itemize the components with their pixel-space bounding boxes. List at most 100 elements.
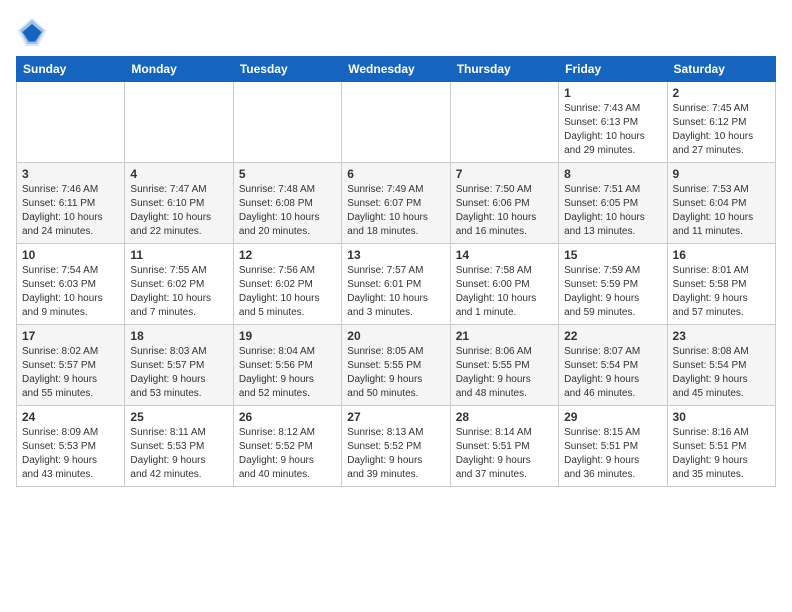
day-info: Sunrise: 8:06 AM Sunset: 5:55 PM Dayligh… bbox=[456, 345, 553, 401]
calendar-cell: 8 Sunrise: 7:51 AM Sunset: 6:05 PM Daylig… bbox=[559, 163, 667, 244]
day-info: Sunrise: 8:04 AM Sunset: 5:56 PM Dayligh… bbox=[239, 345, 336, 401]
day-info: Sunrise: 8:12 AM Sunset: 5:52 PM Dayligh… bbox=[239, 426, 336, 482]
day-info: Sunrise: 8:02 AM Sunset: 5:57 PM Dayligh… bbox=[22, 345, 119, 401]
day-number: 12 bbox=[239, 248, 336, 262]
calendar-cell: 17 Sunrise: 8:02 AM Sunset: 5:57 PM Dayli… bbox=[17, 325, 125, 406]
day-info: Sunrise: 7:48 AM Sunset: 6:08 PM Dayligh… bbox=[239, 183, 336, 239]
calendar-cell: 14Sunrise: 7:58 AM Sunset: 6:00 PM Dayli… bbox=[450, 244, 558, 325]
calendar-cell: 9Sunrise: 7:53 AM Sunset: 6:04 PM Daylig… bbox=[667, 163, 775, 244]
calendar-cell: 5 Sunrise: 7:48 AM Sunset: 6:08 PM Daylig… bbox=[233, 163, 341, 244]
day-number: 3 bbox=[22, 167, 119, 181]
day-number: 27 bbox=[347, 410, 444, 424]
day-number: 17 bbox=[22, 329, 119, 343]
weekday-header-tuesday: Tuesday bbox=[233, 57, 341, 82]
calendar-cell: 22 Sunrise: 8:07 AM Sunset: 5:54 PM Dayli… bbox=[559, 325, 667, 406]
calendar-cell: 2Sunrise: 7:45 AM Sunset: 6:12 PM Daylig… bbox=[667, 82, 775, 163]
day-number: 20 bbox=[347, 329, 444, 343]
calendar-cell bbox=[342, 82, 450, 163]
calendar-cell: 28Sunrise: 8:14 AM Sunset: 5:51 PM Dayli… bbox=[450, 406, 558, 487]
day-number: 19 bbox=[239, 329, 336, 343]
calendar: SundayMondayTuesdayWednesdayThursdayFrid… bbox=[16, 56, 776, 487]
day-info: Sunrise: 7:43 AM Sunset: 6:13 PM Dayligh… bbox=[564, 102, 661, 158]
day-number: 8 bbox=[564, 167, 661, 181]
calendar-cell bbox=[233, 82, 341, 163]
day-info: Sunrise: 8:13 AM Sunset: 5:52 PM Dayligh… bbox=[347, 426, 444, 482]
day-number: 10 bbox=[22, 248, 119, 262]
calendar-week-1: 1Sunrise: 7:43 AM Sunset: 6:13 PM Daylig… bbox=[17, 82, 776, 163]
calendar-cell: 29 Sunrise: 8:15 AM Sunset: 5:51 PM Dayli… bbox=[559, 406, 667, 487]
day-number: 2 bbox=[673, 86, 770, 100]
weekday-header-wednesday: Wednesday bbox=[342, 57, 450, 82]
day-info: Sunrise: 8:08 AM Sunset: 5:54 PM Dayligh… bbox=[673, 345, 770, 401]
day-number: 22 bbox=[564, 329, 661, 343]
calendar-cell: 25Sunrise: 8:11 AM Sunset: 5:53 PM Dayli… bbox=[125, 406, 233, 487]
day-number: 16 bbox=[673, 248, 770, 262]
calendar-cell bbox=[17, 82, 125, 163]
day-info: Sunrise: 7:50 AM Sunset: 6:06 PM Dayligh… bbox=[456, 183, 553, 239]
day-info: Sunrise: 7:49 AM Sunset: 6:07 PM Dayligh… bbox=[347, 183, 444, 239]
calendar-cell: 18Sunrise: 8:03 AM Sunset: 5:57 PM Dayli… bbox=[125, 325, 233, 406]
calendar-cell: 21 Sunrise: 8:06 AM Sunset: 5:55 PM Dayli… bbox=[450, 325, 558, 406]
day-number: 26 bbox=[239, 410, 336, 424]
calendar-cell: 10 Sunrise: 7:54 AM Sunset: 6:03 PM Dayli… bbox=[17, 244, 125, 325]
day-number: 24 bbox=[22, 410, 119, 424]
calendar-cell: 19 Sunrise: 8:04 AM Sunset: 5:56 PM Dayli… bbox=[233, 325, 341, 406]
day-info: Sunrise: 8:05 AM Sunset: 5:55 PM Dayligh… bbox=[347, 345, 444, 401]
day-number: 7 bbox=[456, 167, 553, 181]
day-info: Sunrise: 7:51 AM Sunset: 6:05 PM Dayligh… bbox=[564, 183, 661, 239]
day-number: 11 bbox=[130, 248, 227, 262]
day-number: 5 bbox=[239, 167, 336, 181]
weekday-header-friday: Friday bbox=[559, 57, 667, 82]
day-number: 4 bbox=[130, 167, 227, 181]
day-info: Sunrise: 7:59 AM Sunset: 5:59 PM Dayligh… bbox=[564, 264, 661, 320]
logo bbox=[16, 16, 52, 48]
day-info: Sunrise: 7:57 AM Sunset: 6:01 PM Dayligh… bbox=[347, 264, 444, 320]
day-info: Sunrise: 8:01 AM Sunset: 5:58 PM Dayligh… bbox=[673, 264, 770, 320]
calendar-cell: 6 Sunrise: 7:49 AM Sunset: 6:07 PM Daylig… bbox=[342, 163, 450, 244]
day-info: Sunrise: 8:03 AM Sunset: 5:57 PM Dayligh… bbox=[130, 345, 227, 401]
calendar-cell: 24 Sunrise: 8:09 AM Sunset: 5:53 PM Dayli… bbox=[17, 406, 125, 487]
day-info: Sunrise: 7:55 AM Sunset: 6:02 PM Dayligh… bbox=[130, 264, 227, 320]
day-info: Sunrise: 8:07 AM Sunset: 5:54 PM Dayligh… bbox=[564, 345, 661, 401]
page-header bbox=[16, 16, 776, 48]
day-info: Sunrise: 7:58 AM Sunset: 6:00 PM Dayligh… bbox=[456, 264, 553, 320]
day-info: Sunrise: 7:56 AM Sunset: 6:02 PM Dayligh… bbox=[239, 264, 336, 320]
calendar-cell: 13 Sunrise: 7:57 AM Sunset: 6:01 PM Dayli… bbox=[342, 244, 450, 325]
day-number: 30 bbox=[673, 410, 770, 424]
logo-icon bbox=[16, 16, 48, 48]
calendar-cell: 16 Sunrise: 8:01 AM Sunset: 5:58 PM Dayli… bbox=[667, 244, 775, 325]
day-info: Sunrise: 8:09 AM Sunset: 5:53 PM Dayligh… bbox=[22, 426, 119, 482]
calendar-cell: 15 Sunrise: 7:59 AM Sunset: 5:59 PM Dayli… bbox=[559, 244, 667, 325]
day-number: 15 bbox=[564, 248, 661, 262]
day-info: Sunrise: 8:15 AM Sunset: 5:51 PM Dayligh… bbox=[564, 426, 661, 482]
day-info: Sunrise: 7:46 AM Sunset: 6:11 PM Dayligh… bbox=[22, 183, 119, 239]
day-number: 21 bbox=[456, 329, 553, 343]
day-info: Sunrise: 7:53 AM Sunset: 6:04 PM Dayligh… bbox=[673, 183, 770, 239]
day-number: 29 bbox=[564, 410, 661, 424]
calendar-cell: 12 Sunrise: 7:56 AM Sunset: 6:02 PM Dayli… bbox=[233, 244, 341, 325]
calendar-cell: 27 Sunrise: 8:13 AM Sunset: 5:52 PM Dayli… bbox=[342, 406, 450, 487]
calendar-cell: 11 Sunrise: 7:55 AM Sunset: 6:02 PM Dayli… bbox=[125, 244, 233, 325]
calendar-cell: 26 Sunrise: 8:12 AM Sunset: 5:52 PM Dayli… bbox=[233, 406, 341, 487]
weekday-header-saturday: Saturday bbox=[667, 57, 775, 82]
weekday-header-sunday: Sunday bbox=[17, 57, 125, 82]
calendar-week-2: 3 Sunrise: 7:46 AM Sunset: 6:11 PM Daylig… bbox=[17, 163, 776, 244]
calendar-cell: 30 Sunrise: 8:16 AM Sunset: 5:51 PM Dayli… bbox=[667, 406, 775, 487]
day-number: 25 bbox=[130, 410, 227, 424]
calendar-cell bbox=[125, 82, 233, 163]
day-info: Sunrise: 7:54 AM Sunset: 6:03 PM Dayligh… bbox=[22, 264, 119, 320]
calendar-cell bbox=[450, 82, 558, 163]
day-info: Sunrise: 8:14 AM Sunset: 5:51 PM Dayligh… bbox=[456, 426, 553, 482]
weekday-header-thursday: Thursday bbox=[450, 57, 558, 82]
calendar-week-3: 10 Sunrise: 7:54 AM Sunset: 6:03 PM Dayli… bbox=[17, 244, 776, 325]
calendar-week-4: 17 Sunrise: 8:02 AM Sunset: 5:57 PM Dayli… bbox=[17, 325, 776, 406]
calendar-cell: 3 Sunrise: 7:46 AM Sunset: 6:11 PM Daylig… bbox=[17, 163, 125, 244]
day-number: 13 bbox=[347, 248, 444, 262]
day-info: Sunrise: 8:16 AM Sunset: 5:51 PM Dayligh… bbox=[673, 426, 770, 482]
calendar-cell: 7 Sunrise: 7:50 AM Sunset: 6:06 PM Daylig… bbox=[450, 163, 558, 244]
calendar-week-5: 24 Sunrise: 8:09 AM Sunset: 5:53 PM Dayli… bbox=[17, 406, 776, 487]
day-number: 6 bbox=[347, 167, 444, 181]
day-number: 23 bbox=[673, 329, 770, 343]
calendar-cell: 1Sunrise: 7:43 AM Sunset: 6:13 PM Daylig… bbox=[559, 82, 667, 163]
weekday-header-monday: Monday bbox=[125, 57, 233, 82]
